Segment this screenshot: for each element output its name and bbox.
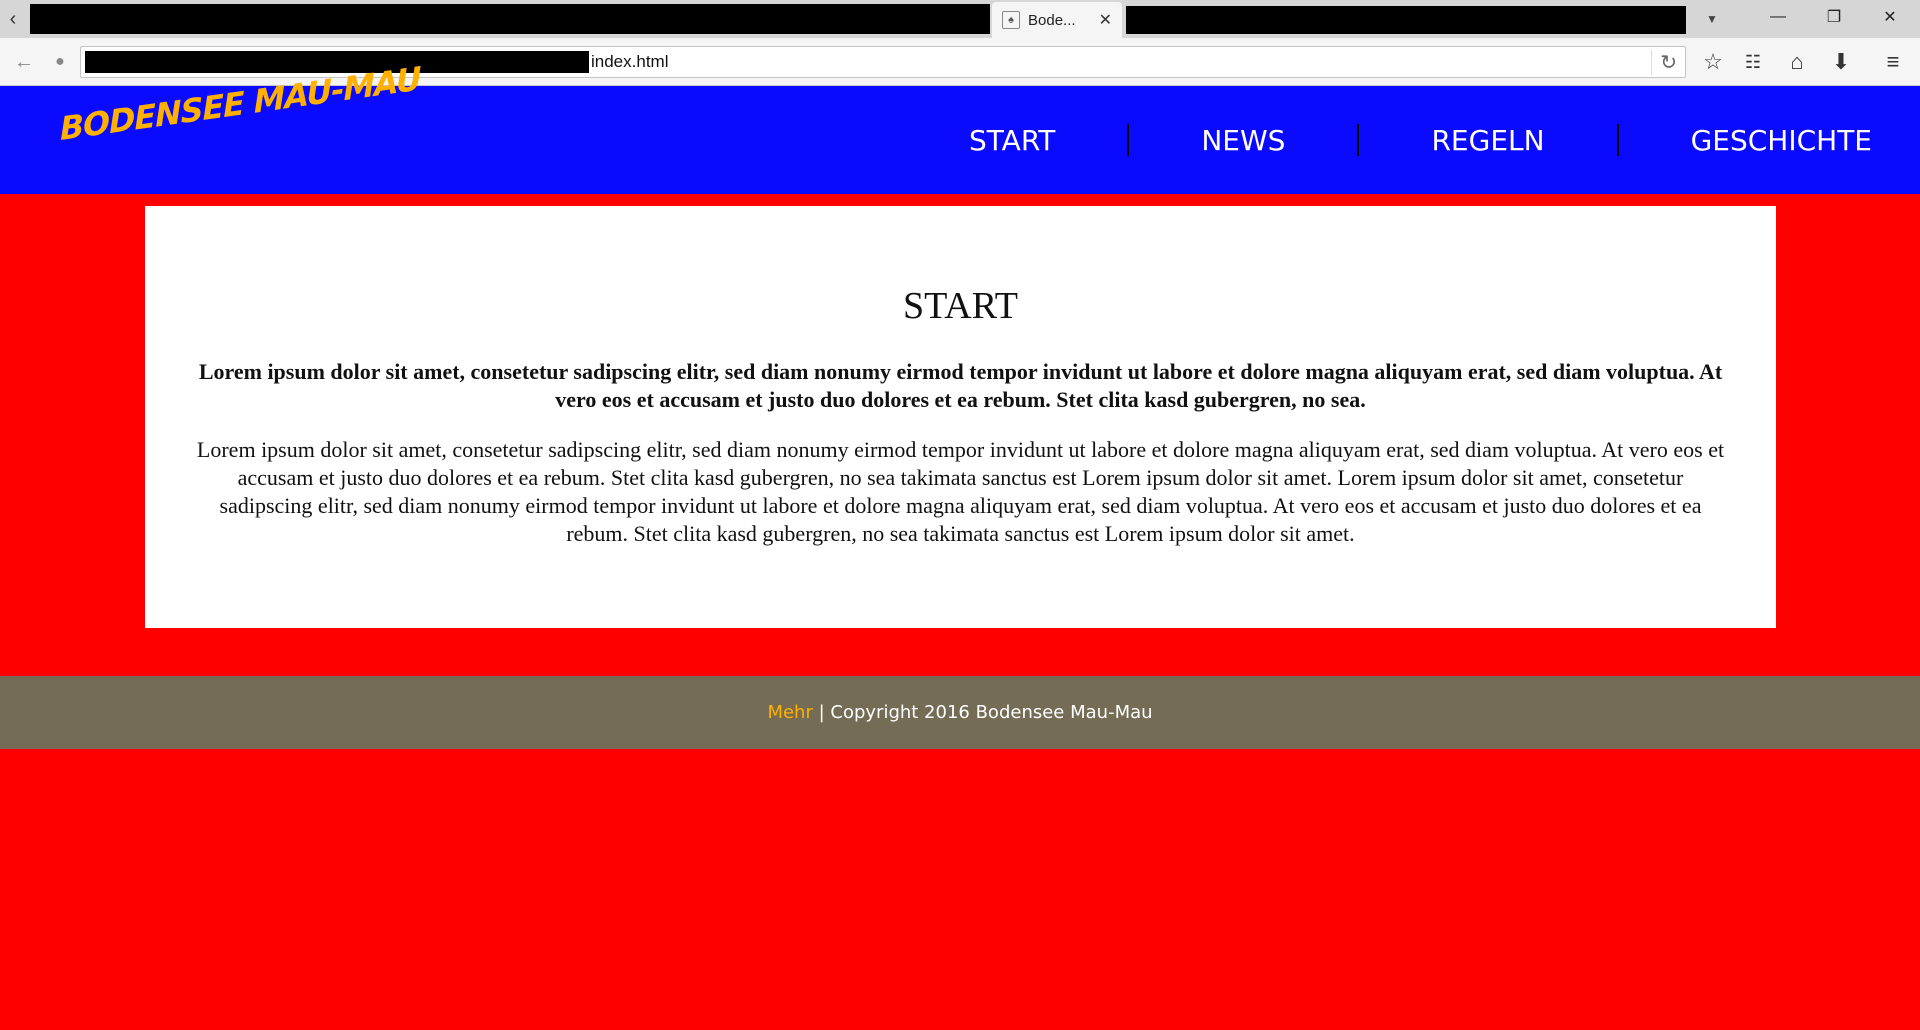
page-title: START [902,285,1019,327]
browser-tab-bar: ‹ ♠ Bode... ✕ ▼ — ❐ ✕ [0,0,1920,38]
reload-icon[interactable]: ↻ [1651,50,1677,75]
tab-list-dropdown-icon[interactable]: ▼ [1700,0,1724,38]
nav-divider [1616,124,1619,156]
minimize-icon[interactable]: — [1750,0,1806,34]
redacted-tabs-left [30,4,990,34]
download-icon[interactable]: ⬇ [1826,48,1856,76]
redacted-url [85,51,589,73]
nav-item-news[interactable]: NEWS [1201,124,1285,157]
lead-paragraph: Lorem ipsum dolor sit amet, consetetur s… [198,359,1723,412]
footer-more-link[interactable]: Mehr [767,702,812,723]
bookmark-star-icon[interactable]: ☆ [1698,48,1728,76]
content-card: START Lorem ipsum dolor sit amet, conset… [145,206,1776,628]
nav-item-start[interactable]: START [969,124,1055,157]
footer-copyright: | Copyright 2016 Bodensee Mau-Mau [812,702,1153,723]
site-header: BODENSEE MAU-MAU START NEWS REGELN GESCH… [0,59,1920,194]
tab-close-icon[interactable]: ✕ [1099,10,1112,30]
body-paragraph: Lorem ipsum dolor sit amet, consetetur s… [196,437,1725,546]
favicon-icon: ♠ [1002,11,1020,29]
tab-scroll-left-icon[interactable]: ‹ [0,0,26,38]
tab-active[interactable]: ♠ Bode... ✕ [992,2,1122,38]
nav-item-geschichte[interactable]: GESCHICHTE [1691,124,1872,157]
close-window-icon[interactable]: ✕ [1862,0,1918,34]
site-footer: Mehr | Copyright 2016 Bodensee Mau-Mau [0,676,1920,749]
nav-divider [1357,124,1360,156]
main-nav: START NEWS REGELN GESCHICHTE [969,86,1920,194]
redacted-tabs-right [1126,6,1686,34]
site-identity-icon[interactable]: ● [46,48,74,76]
url-text: index.html [591,52,669,71]
home-icon[interactable]: ⌂ [1782,48,1812,76]
restore-icon[interactable]: ❐ [1806,0,1862,34]
tab-title: Bode... [1028,11,1076,29]
nav-item-regeln[interactable]: REGELN [1431,124,1544,157]
reading-list-icon[interactable]: ☷ [1738,48,1768,76]
nav-divider [1127,124,1130,156]
back-icon[interactable]: ← [10,48,38,76]
menu-hamburger-icon[interactable]: ≡ [1878,48,1908,76]
